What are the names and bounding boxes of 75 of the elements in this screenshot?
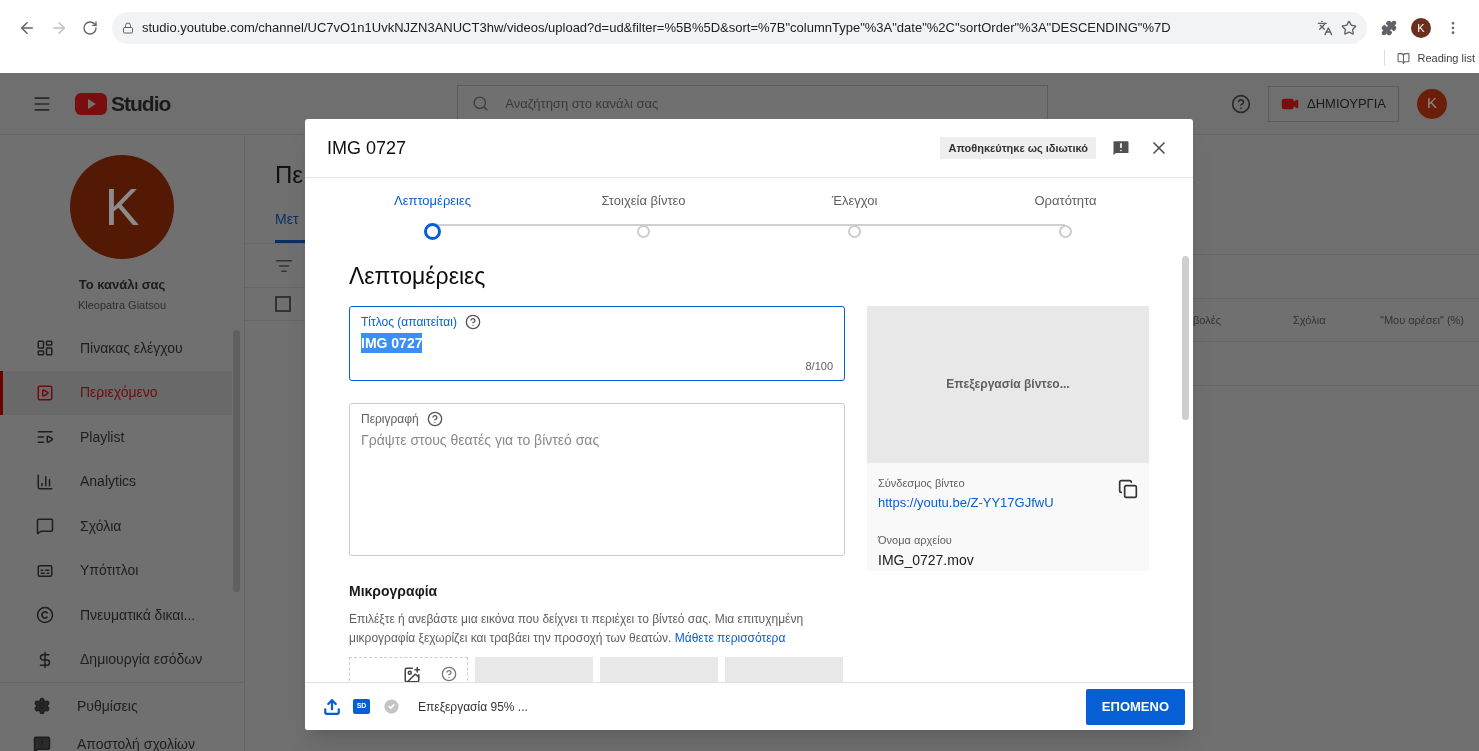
- next-button[interactable]: ΕΠΟΜΕΝΟ: [1085, 688, 1185, 725]
- translate-icon[interactable]: [1317, 20, 1333, 36]
- thumbnail-heading: Μικρογραφία: [349, 582, 439, 601]
- column-header: βολές: [1193, 312, 1222, 328]
- nav-item[interactable]: Υπότιτλοι: [0, 548, 232, 593]
- address-bar[interactable]: studio.youtube.com/channel/UC7vO1n1UvkNJZN3ANUCT3hw/videos/upload?d=ud&filter=%5B%5D&sort=%7B"columnType"%3A"date"%2C"sortOrder"%3A"DESCENDING"%7D: [112, 12, 1367, 44]
- reading-list-icon: [1396, 51, 1410, 65]
- field-label: Περιγραφή: [361, 411, 419, 428]
- thumbnail-description: Επιλέξτε ή ανεβάστε μια εικόνα που δείχνει τι περιέχει το βίντεό σας. Μια επιτυχημένη μικρογραφία ξεχωρίζει και τραβάει την προσοχή των θεατών. Μάθετε περισσότερα: [349, 611, 805, 647]
- column-header: Σχόλια: [1293, 312, 1327, 328]
- logo-text: Studio: [111, 90, 171, 117]
- nav-item[interactable]: Analytics: [0, 459, 232, 504]
- profile-avatar[interactable]: K: [1411, 18, 1431, 38]
- nav-item[interactable]: Δημιουργία εσόδων: [0, 637, 232, 682]
- section-title: Λεπτομέρειες: [349, 262, 487, 291]
- search-icon: [472, 95, 490, 112]
- star-icon[interactable]: [1341, 20, 1357, 36]
- character-counter: 8/100: [805, 359, 833, 374]
- upload-icon: [323, 697, 341, 716]
- create-button[interactable]: ΔΗΜΙΟΥΡΓΙΑ: [1268, 85, 1399, 122]
- channel-title: Το κανάλι σας: [78, 276, 166, 294]
- bar-chart-icon: [36, 472, 54, 491]
- channel-name: Kleopatra Giatsou: [77, 297, 167, 313]
- link-label: Σύνδεσμος βίντεο: [878, 475, 966, 491]
- footer-status-text: Επεξεργασία 95% ...: [418, 698, 528, 716]
- field-value: IMG 0727: [361, 333, 423, 353]
- copy-icon[interactable]: [1118, 478, 1138, 499]
- step[interactable]: Έλεγχοι: [749, 191, 960, 240]
- nav-item[interactable]: Σχόλια: [0, 504, 232, 549]
- comment-icon: [36, 517, 54, 536]
- help-icon[interactable]: [1231, 93, 1251, 114]
- add-image-icon: [403, 666, 421, 682]
- extensions-icon[interactable]: [1381, 20, 1397, 36]
- column-header: "Μου αρέσει" (%): [1380, 312, 1464, 328]
- page-heading: Πε: [274, 160, 305, 190]
- nav-item[interactable]: Αποστολή σχολίων: [0, 725, 244, 751]
- processing-status: Επεξεργασία βίντεο...: [946, 376, 1070, 394]
- nav-item[interactable]: Περιεχόμενο: [0, 370, 232, 415]
- play-logo-icon: [75, 92, 107, 115]
- nav-item[interactable]: Playlist: [0, 415, 232, 460]
- step[interactable]: Ορατότητα: [960, 191, 1171, 240]
- learn-more-link[interactable]: Μάθετε περισσότερα: [674, 631, 786, 645]
- settings-icon: [33, 697, 51, 715]
- help-icon[interactable]: [441, 666, 457, 682]
- reload-icon[interactable]: [82, 20, 98, 36]
- feedback-icon[interactable]: [1111, 138, 1131, 158]
- dialog-title: IMG 0727: [327, 136, 407, 160]
- file-name: IMG_0727.mov: [877, 551, 975, 570]
- copyright-icon: [36, 606, 54, 625]
- title-field[interactable]: Τίτλος (απαιτείται) IMG 0727 8/100: [349, 306, 845, 381]
- file-label: Όνομα αρχείου: [876, 532, 953, 548]
- url-text: studio.youtube.com/channel/UC7vO1n1UvkNJZN3ANUCT3hw/videos/upload?d=ud&filter=%5B%5D&sort=%7B"columnType"%3A"date"%2C"sortOrder"%3A"DESCENDING"%7D: [142, 19, 1171, 38]
- saved-status-chip: Αποθηκεύτηκε ως ιδιωτικό: [940, 136, 1096, 160]
- feedback-icon: [33, 735, 51, 751]
- help-icon[interactable]: [464, 314, 481, 330]
- dashboard-icon: [36, 339, 54, 358]
- video-list-icon: [36, 383, 54, 402]
- scrollbar[interactable]: [1182, 256, 1189, 420]
- avatar[interactable]: K: [1417, 88, 1447, 119]
- video-link[interactable]: https://youtu.be/Z-YY17GJfwU: [878, 493, 1118, 513]
- nav-item[interactable]: Πίνακας ελέγχου: [0, 326, 232, 371]
- field-label: Τίτλος (απαιτείται): [361, 314, 457, 331]
- lock-icon: [122, 22, 134, 34]
- step[interactable]: Στοιχεία βίντεο: [538, 191, 749, 240]
- step[interactable]: Λεπτομέρειες: [327, 191, 538, 240]
- nav-item[interactable]: Πνευματικά δικαι...: [0, 593, 232, 638]
- checkbox[interactable]: [275, 296, 291, 312]
- channel-avatar[interactable]: K: [70, 155, 174, 259]
- reading-list-button[interactable]: Reading list: [1383, 49, 1475, 67]
- description-field[interactable]: Περιγραφή Γράψτε στους θεατές για το βίντεό σας: [349, 403, 845, 556]
- description-input[interactable]: Γράψτε στους θεατές για το βίντεό σας: [361, 430, 833, 555]
- back-icon[interactable]: [18, 19, 36, 37]
- check-circle-icon: [382, 697, 401, 716]
- help-icon[interactable]: [426, 411, 443, 427]
- nav-item[interactable]: Ρυθμίσεις: [0, 687, 244, 725]
